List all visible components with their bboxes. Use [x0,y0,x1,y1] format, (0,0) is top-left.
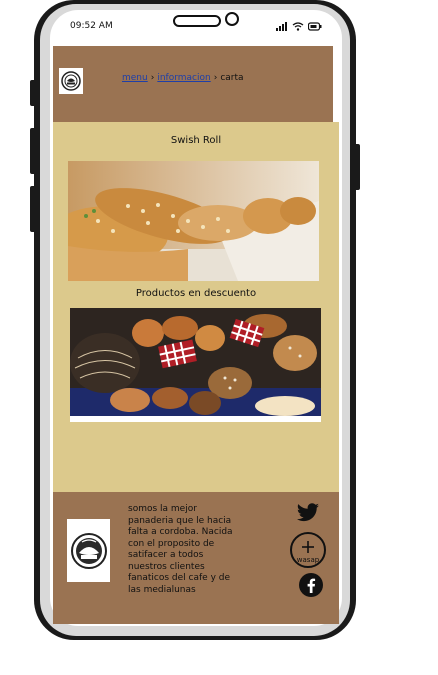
bakery-logo[interactable] [59,68,83,94]
battery-icon [308,21,322,31]
discount-title: Productos en descuento [135,288,257,299]
front-camera [225,12,239,26]
footer-description: somos la mejor panaderia que le hacia fa… [128,504,233,595]
bakery-badge-icon [61,71,81,91]
bakery-seal-icon [70,532,107,569]
discount-bread-image [70,308,321,422]
whatsapp-link[interactable]: wasap [290,532,326,568]
twitter-link[interactable] [295,502,321,524]
app-screen: menu › informacion › carta Swish Roll Pr… [53,46,339,624]
header: menu › informacion › carta [53,46,333,120]
featured-title: Swish Roll [170,135,222,146]
status-time: 09:52 AM [70,21,113,31]
breadcrumb-link-informacion[interactable]: informacion [157,73,210,83]
facebook-icon [299,573,323,597]
bread-basket-illustration [70,308,321,422]
facebook-link[interactable] [299,573,323,597]
whatsapp-icon: wasap [290,532,326,568]
bread-photo-illustration [68,161,319,281]
speaker-grille [173,15,221,27]
wifi-icon [292,21,304,31]
breadcrumb-separator: › [213,73,218,83]
breadcrumb-link-menu[interactable]: menu [122,73,148,83]
main-content: Swish Roll Productos en descuento [53,122,339,492]
plus-icon [302,541,314,553]
phone-side-button [30,128,36,174]
breadcrumb-separator: › [150,73,155,83]
whatsapp-label: wasap [296,556,320,564]
featured-bread-image [68,161,319,281]
breadcrumb: menu › informacion › carta [122,73,244,83]
footer-bakery-logo [67,519,110,582]
breadcrumb-current: carta [220,73,244,83]
phone-side-button [30,186,36,232]
status-icons [276,20,324,32]
footer: somos la mejor panaderia que le hacia fa… [53,492,339,624]
signal-icon [276,21,287,31]
phone-side-button [30,80,36,106]
twitter-icon [297,503,319,522]
phone-power-button [354,144,360,190]
